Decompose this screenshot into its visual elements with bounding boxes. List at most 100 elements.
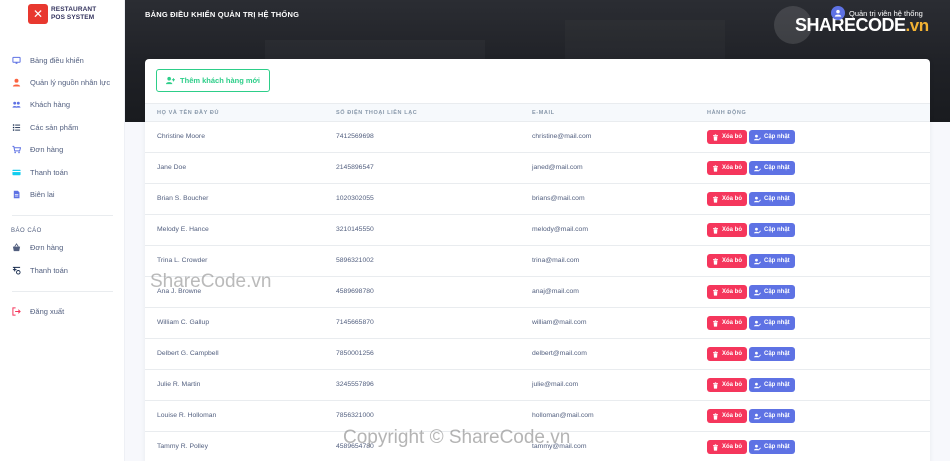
delete-button[interactable]: Xóa bỏ <box>707 192 748 206</box>
receipt-icon <box>11 190 21 200</box>
users-icon <box>11 100 21 110</box>
sidebar-item-receipts[interactable]: Biên lai <box>0 183 125 205</box>
table-row: Julie R. Martin 3245557896 julie@mail.com X… <box>145 370 930 401</box>
sidebar-item-report-orders[interactable]: Đơn hàng <box>0 237 125 259</box>
basket-icon <box>11 243 21 253</box>
sidebar-item-label: Biên lai <box>30 190 55 200</box>
update-label: Cập nhật <box>764 196 790 202</box>
user-edit-icon <box>754 351 761 357</box>
customer-phone: 4589698780 <box>336 288 374 295</box>
update-button[interactable]: Cập nhật <box>749 130 795 144</box>
column-header-email: E-MAIL <box>532 110 555 116</box>
update-label: Cập nhật <box>764 382 790 388</box>
sidebar-item-label: Đăng xuất <box>30 307 65 317</box>
delete-button[interactable]: Xóa bỏ <box>707 130 748 144</box>
trash-icon <box>713 412 718 420</box>
update-label: Cập nhật <box>764 289 790 295</box>
sidebar-item-logout[interactable]: Đăng xuất <box>0 301 125 323</box>
user-edit-icon <box>754 258 761 264</box>
delete-button[interactable]: Xóa bỏ <box>707 161 748 175</box>
update-button[interactable]: Cập nhật <box>749 440 795 454</box>
delete-label: Xóa bỏ <box>722 227 743 233</box>
delete-button[interactable]: Xóa bỏ <box>707 347 748 361</box>
sidebar-item-orders[interactable]: Đơn hàng <box>0 139 125 161</box>
column-header-phone: SỐ ĐIỆN THOẠI LIÊN LẠC <box>336 110 418 116</box>
list-icon <box>11 122 21 132</box>
row-actions: Xóa bỏ Cập nhật <box>707 130 795 144</box>
delete-button[interactable]: Xóa bỏ <box>707 440 748 454</box>
add-user-icon <box>166 76 176 85</box>
delete-button[interactable]: Xóa bỏ <box>707 223 748 237</box>
customer-phone: 3210145550 <box>336 226 374 233</box>
sidebar-item-customers[interactable]: Khách hàng <box>0 94 125 116</box>
sidebar-divider <box>12 214 113 216</box>
add-customer-button[interactable]: Thêm khách hàng mới <box>156 69 270 92</box>
customer-email: melody@mail.com <box>532 226 589 233</box>
column-header-actions: HÀNH ĐỘNG <box>707 110 747 116</box>
delete-label: Xóa bỏ <box>722 258 743 264</box>
customer-phone: 1020302055 <box>336 195 374 202</box>
update-button[interactable]: Cập nhật <box>749 409 795 423</box>
sidebar-item-label: Đơn hàng <box>30 243 64 253</box>
page-title: BẢNG ĐIỀU KHIỂN QUẢN TRỊ HỆ THỐNG <box>145 10 300 19</box>
table-header: HỌ VÀ TÊN ĐẦY ĐỦ SỐ ĐIỆN THOẠI LIÊN LẠC … <box>145 103 930 122</box>
user-edit-icon <box>754 196 761 202</box>
sidebar-item-payments[interactable]: Thanh toán <box>0 161 125 183</box>
delete-label: Xóa bỏ <box>722 351 743 357</box>
customer-name: Tammy R. Polley <box>157 443 208 450</box>
delete-label: Xóa bỏ <box>722 289 743 295</box>
row-actions: Xóa bỏ Cập nhật <box>707 378 795 392</box>
user-edit-icon <box>754 320 761 326</box>
sidebar-nav: Bảng điều khiển Quản lý nguồn nhân lực K… <box>0 49 125 323</box>
sidebar-item-dashboard[interactable]: Bảng điều khiển <box>0 49 125 71</box>
update-button[interactable]: Cập nhật <box>749 378 795 392</box>
sidebar: ✕ RESTAURANT POS SYSTEM Bảng điều khiển … <box>0 0 125 461</box>
cash-icon <box>11 265 21 275</box>
customer-email: anaj@mail.com <box>532 288 579 295</box>
trash-icon <box>713 288 718 296</box>
watermark-center: ShareCode.vn <box>150 271 272 292</box>
sidebar-item-products[interactable]: Các sản phẩm <box>0 116 125 138</box>
table-row: Christine Moore 7412569698 christine@mail.… <box>145 122 930 153</box>
update-button[interactable]: Cập nhật <box>749 192 795 206</box>
user-edit-icon <box>754 444 761 450</box>
user-menu[interactable]: Quản trị viên hệ thống <box>831 6 923 20</box>
customer-name: Louise R. Holloman <box>157 412 217 419</box>
sidebar-item-label: Đơn hàng <box>30 145 64 155</box>
row-actions: Xóa bỏ Cập nhật <box>707 223 795 237</box>
delete-button[interactable]: Xóa bỏ <box>707 378 748 392</box>
table-row: Delbert G. Campbell 7850001256 delbert@mai… <box>145 339 930 370</box>
update-button[interactable]: Cập nhật <box>749 161 795 175</box>
update-button[interactable]: Cập nhật <box>749 254 795 268</box>
customers-card: Thêm khách hàng mới HỌ VÀ TÊN ĐẦY ĐỦ SỐ … <box>145 59 930 461</box>
row-actions: Xóa bỏ Cập nhật <box>707 440 795 454</box>
delete-label: Xóa bỏ <box>722 134 743 140</box>
customer-email: holloman@mail.com <box>532 412 594 419</box>
sidebar-item-hr[interactable]: Quản lý nguồn nhân lực <box>0 71 125 93</box>
delete-button[interactable]: Xóa bỏ <box>707 285 748 299</box>
update-button[interactable]: Cập nhật <box>749 347 795 361</box>
delete-button[interactable]: Xóa bỏ <box>707 316 748 330</box>
customer-phone: 7145665870 <box>336 319 374 326</box>
delete-button[interactable]: Xóa bỏ <box>707 254 748 268</box>
update-label: Cập nhật <box>764 444 790 450</box>
customer-name: Delbert G. Campbell <box>157 350 219 357</box>
user-icon <box>11 78 21 88</box>
row-actions: Xóa bỏ Cập nhật <box>707 316 795 330</box>
delete-button[interactable]: Xóa bỏ <box>707 409 748 423</box>
sidebar-item-report-payments[interactable]: Thanh toán <box>0 259 125 281</box>
sidebar-item-label: Quản lý nguồn nhân lực <box>30 78 111 88</box>
customer-name: Julie R. Martin <box>157 381 201 388</box>
customer-name: Christine Moore <box>157 133 205 140</box>
sidebar-item-label: Khách hàng <box>30 100 71 110</box>
table-row: Jane Doe 2145896547 janed@mail.com Xóa bỏ Cậ… <box>145 153 930 184</box>
row-actions: Xóa bỏ Cập nhật <box>707 254 795 268</box>
customer-name: Trina L. Crowder <box>157 257 208 264</box>
delete-label: Xóa bỏ <box>722 165 743 171</box>
row-actions: Xóa bỏ Cập nhật <box>707 409 795 423</box>
logo-text: RESTAURANT POS SYSTEM <box>51 6 97 21</box>
logo[interactable]: ✕ RESTAURANT POS SYSTEM <box>28 4 96 24</box>
update-button[interactable]: Cập nhật <box>749 285 795 299</box>
update-button[interactable]: Cập nhật <box>749 223 795 237</box>
update-button[interactable]: Cập nhật <box>749 316 795 330</box>
